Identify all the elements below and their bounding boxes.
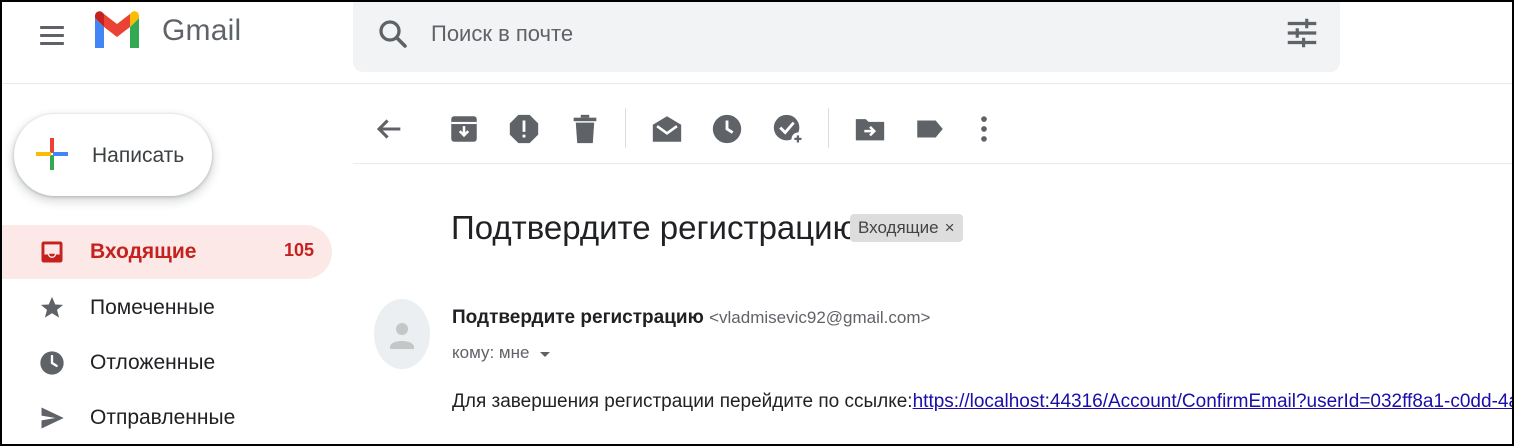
unread-count-badge: 105 xyxy=(283,240,314,260)
sidebar-item-snoozed[interactable]: Отложенные xyxy=(2,336,332,390)
search-bar xyxy=(353,2,1340,72)
main-menu-button[interactable] xyxy=(32,16,72,52)
star-icon xyxy=(40,296,64,318)
message-body: Для завершения регистрации перейдите по … xyxy=(452,391,1512,413)
more-vert-icon[interactable] xyxy=(967,112,1001,146)
body-text: Для завершения регистрации перейдите по … xyxy=(452,391,913,412)
inbox-icon xyxy=(41,241,63,263)
gmail-logo-icon xyxy=(95,11,139,48)
compose-button[interactable]: Написать xyxy=(14,114,212,196)
message-subject: Подтвердите регистрацию xyxy=(451,209,858,246)
search-options-icon[interactable] xyxy=(1283,14,1321,52)
sender-line: Подтвердите регистрацию <vladmisevic92@g… xyxy=(452,307,930,329)
sidebar-item-label: Помеченные xyxy=(90,296,215,319)
sender-name[interactable]: Подтвердите регистрацию xyxy=(452,307,704,328)
send-icon xyxy=(41,407,64,429)
gmail-window: Gmail Написать xyxy=(0,0,1514,446)
avatar[interactable] xyxy=(374,299,430,369)
menu-icon xyxy=(40,26,64,29)
recipient-details[interactable]: кому: мне xyxy=(452,343,552,363)
sidebar-item-label: Отправленные xyxy=(90,406,236,429)
confirm-email-link[interactable]: https://localhost:44316/Account/ConfirmE… xyxy=(913,391,1512,412)
brand-name: Gmail xyxy=(162,14,242,47)
sidebar-item-inbox[interactable]: Входящие 105 xyxy=(2,225,332,279)
move-to-icon[interactable] xyxy=(853,112,887,146)
sidebar-item-label: Отложенные xyxy=(90,351,216,374)
delete-icon[interactable] xyxy=(568,112,602,146)
top-header: Gmail xyxy=(2,2,1512,84)
sidebar-item-starred[interactable]: Помеченные xyxy=(2,281,332,335)
label-chip-text: Входящие xyxy=(858,218,939,237)
sidebar-item-label: Входящие xyxy=(90,240,197,263)
sidebar-item-sent[interactable]: Отправленные xyxy=(2,391,332,444)
label-chip-inbox[interactable]: Входящие × xyxy=(850,214,963,242)
sender-email: <vladmisevic92@gmail.com> xyxy=(709,308,931,327)
snooze-icon[interactable] xyxy=(710,112,744,146)
clock-icon xyxy=(40,351,64,375)
archive-icon[interactable] xyxy=(447,112,481,146)
search-icon[interactable] xyxy=(375,16,411,52)
message-toolbar xyxy=(353,92,1512,164)
remove-label-icon[interactable]: × xyxy=(945,218,955,237)
label-icon[interactable] xyxy=(913,112,947,146)
compose-label: Написать xyxy=(92,144,185,167)
add-to-tasks-icon[interactable] xyxy=(771,112,805,146)
person-icon xyxy=(390,323,414,349)
mark-unread-icon[interactable] xyxy=(650,112,684,146)
back-arrow-icon[interactable] xyxy=(372,112,406,146)
search-input[interactable] xyxy=(431,16,1251,52)
report-spam-icon[interactable] xyxy=(507,112,541,146)
caret-down-icon[interactable] xyxy=(538,347,552,361)
recipient-text: кому: мне xyxy=(452,343,530,362)
plus-icon xyxy=(36,138,68,170)
